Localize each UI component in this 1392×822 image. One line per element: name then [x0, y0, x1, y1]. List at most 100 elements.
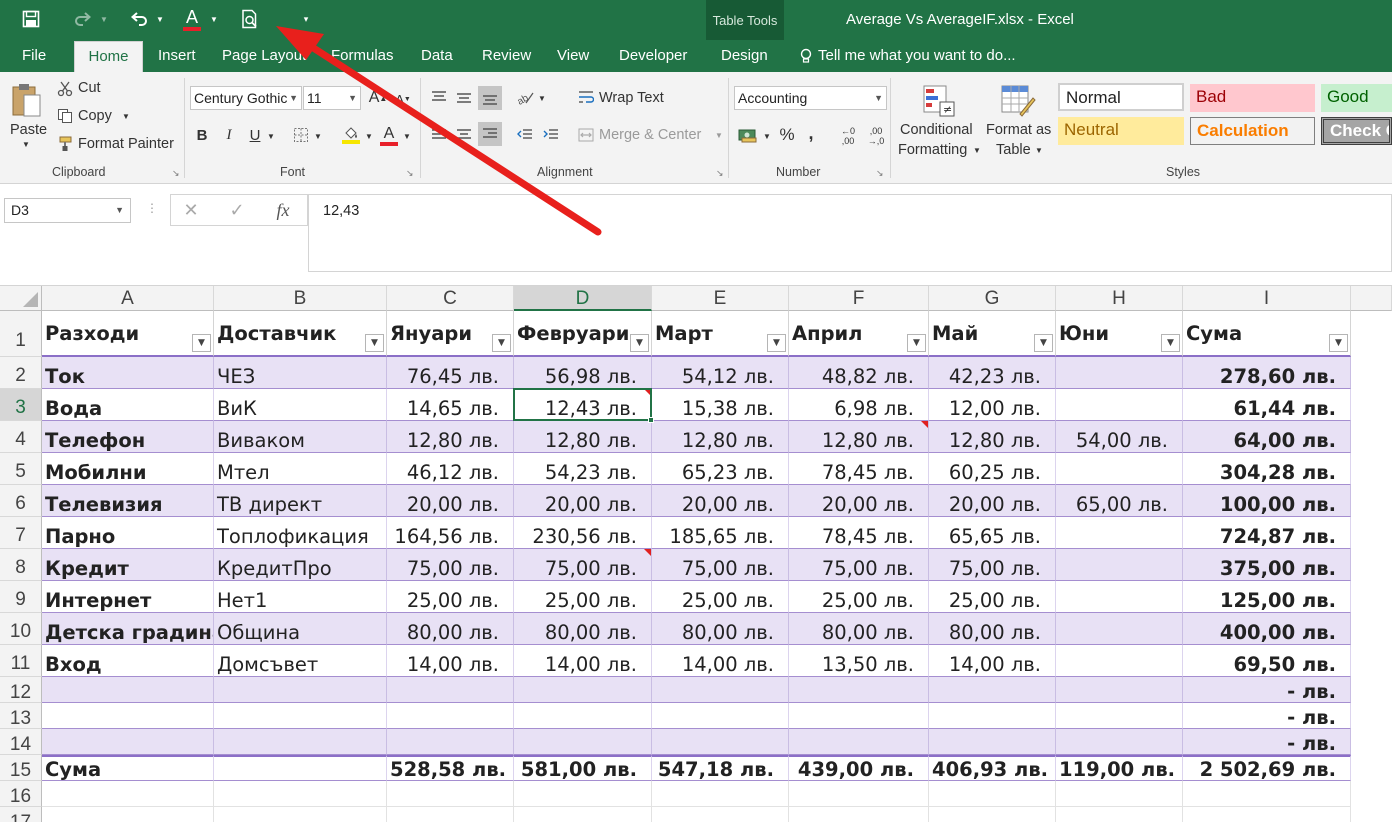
row-header-12[interactable]: 12: [0, 677, 42, 703]
select-all-corner[interactable]: [0, 286, 42, 311]
style-bad[interactable]: Bad: [1190, 84, 1315, 112]
font-launcher-icon[interactable]: ↘: [406, 168, 414, 179]
decrease-indent-icon[interactable]: [514, 124, 536, 146]
cell-c11[interactable]: 14,00 лв.: [387, 645, 514, 677]
cell-f16[interactable]: [789, 781, 929, 807]
formula-input[interactable]: 12,43: [308, 194, 1392, 272]
cell-d16[interactable]: [514, 781, 652, 807]
borders-dropdown-icon[interactable]: ▼: [313, 126, 323, 146]
row-header-13[interactable]: 13: [0, 703, 42, 729]
cell-h2[interactable]: [1056, 357, 1183, 389]
cell-g5[interactable]: 60,25 лв.: [929, 453, 1056, 485]
borders-icon[interactable]: [290, 124, 312, 146]
cell-e12[interactable]: [652, 677, 789, 703]
cell-f13[interactable]: [789, 703, 929, 729]
cell-h17[interactable]: [1056, 807, 1183, 822]
paste-button[interactable]: Paste: [10, 122, 47, 138]
column-header-b[interactable]: B: [214, 286, 387, 311]
cell-d17[interactable]: [514, 807, 652, 822]
cell-f2[interactable]: 48,82 лв.: [789, 357, 929, 389]
cell-c15[interactable]: 528,58 лв.: [387, 755, 514, 781]
cell-e4[interactable]: 12,80 лв.: [652, 421, 789, 453]
cell-h10[interactable]: [1056, 613, 1183, 645]
row-header-3[interactable]: 3: [0, 389, 42, 421]
cell-i2[interactable]: 278,60 лв.: [1183, 357, 1351, 389]
cell-i13[interactable]: - лв.: [1183, 703, 1351, 729]
paste-dropdown-icon[interactable]: ▼: [22, 140, 30, 149]
cell-a3[interactable]: Вода: [42, 389, 214, 421]
tab-developer[interactable]: Developer: [619, 47, 687, 64]
undo-dropdown-icon[interactable]: ▼: [153, 6, 167, 32]
cell-g7[interactable]: 65,65 лв.: [929, 517, 1056, 549]
cell-i14[interactable]: - лв.: [1183, 729, 1351, 755]
cell-c17[interactable]: [387, 807, 514, 822]
cell-a6[interactable]: Телевизия: [42, 485, 214, 517]
number-launcher-icon[interactable]: ↘: [876, 168, 884, 179]
cell-b12[interactable]: [214, 677, 387, 703]
comma-style-button[interactable]: ,: [802, 122, 820, 144]
filter-dropdown-icon[interactable]: ▼: [630, 334, 649, 352]
cell-b13[interactable]: [214, 703, 387, 729]
cell-i3[interactable]: 61,44 лв.: [1183, 389, 1351, 421]
alignment-launcher-icon[interactable]: ↘: [716, 168, 724, 179]
orientation-dropdown-icon[interactable]: ▼: [537, 88, 547, 108]
cell-b1[interactable]: Доставчик ▼: [214, 311, 387, 357]
row-header-16[interactable]: 16: [0, 781, 42, 807]
cell-i1[interactable]: Сума ▼: [1183, 311, 1351, 357]
merge-center-icon[interactable]: [576, 124, 596, 146]
cell-h8[interactable]: [1056, 549, 1183, 581]
cell-g13[interactable]: [929, 703, 1056, 729]
style-good[interactable]: Good: [1321, 84, 1392, 112]
cell-h4[interactable]: 54,00 лв.: [1056, 421, 1183, 453]
filter-dropdown-icon[interactable]: ▼: [1329, 334, 1348, 352]
redo-icon[interactable]: [70, 6, 96, 32]
cell-f6[interactable]: 20,00 лв.: [789, 485, 929, 517]
cell-e7[interactable]: 185,65 лв.: [652, 517, 789, 549]
cell-d11[interactable]: 14,00 лв.: [514, 645, 652, 677]
align-right-icon[interactable]: [478, 122, 502, 146]
tab-review[interactable]: Review: [482, 47, 531, 64]
filter-dropdown-icon[interactable]: ▼: [192, 334, 211, 352]
cell-i11[interactable]: 69,50 лв.: [1183, 645, 1351, 677]
cell-g15[interactable]: 406,93 лв.: [929, 755, 1056, 781]
cell-b9[interactable]: Нет1: [214, 581, 387, 613]
cell-d9[interactable]: 25,00 лв.: [514, 581, 652, 613]
format-as-table-dropdown-icon[interactable]: ▼: [1035, 146, 1043, 155]
cell-e13[interactable]: [652, 703, 789, 729]
cell-e5[interactable]: 65,23 лв.: [652, 453, 789, 485]
cell-b4[interactable]: Виваком: [214, 421, 387, 453]
cell-a9[interactable]: Интернет: [42, 581, 214, 613]
cell-f7[interactable]: 78,45 лв.: [789, 517, 929, 549]
cell-a7[interactable]: Парно: [42, 517, 214, 549]
cell-e11[interactable]: 14,00 лв.: [652, 645, 789, 677]
row-header-4[interactable]: 4: [0, 421, 42, 453]
cell-d7[interactable]: 230,56 лв.: [514, 517, 652, 549]
merge-center-button[interactable]: Merge & Center: [599, 127, 701, 143]
cell-f17[interactable]: [789, 807, 929, 822]
accounting-dropdown-icon[interactable]: ▼: [762, 126, 772, 146]
column-header-c[interactable]: C: [387, 286, 514, 311]
cell-d6[interactable]: 20,00 лв.: [514, 485, 652, 517]
cell-h6[interactable]: 65,00 лв.: [1056, 485, 1183, 517]
cell-g12[interactable]: [929, 677, 1056, 703]
fill-color-dropdown-icon[interactable]: ▼: [364, 126, 374, 146]
cell-d12[interactable]: [514, 677, 652, 703]
style-normal[interactable]: Normal: [1058, 83, 1184, 111]
cell-f8[interactable]: 75,00 лв.: [789, 549, 929, 581]
number-format-dropdown[interactable]: Accounting ▼: [734, 86, 887, 110]
cell-h1[interactable]: Юни ▼: [1056, 311, 1183, 357]
cell-h9[interactable]: [1056, 581, 1183, 613]
cell-c12[interactable]: [387, 677, 514, 703]
filter-dropdown-icon[interactable]: ▼: [492, 334, 511, 352]
wrap-text-button[interactable]: Wrap Text: [599, 90, 664, 106]
tab-design[interactable]: Design: [721, 47, 768, 64]
font-size-dropdown[interactable]: 11 ▼: [303, 86, 361, 110]
merge-dropdown-icon[interactable]: ▼: [715, 131, 723, 140]
cell-b2[interactable]: ЧЕЗ: [214, 357, 387, 389]
cell-c1[interactable]: Януари ▼: [387, 311, 514, 357]
tab-file[interactable]: File: [22, 47, 46, 64]
copy-button[interactable]: Copy: [78, 108, 112, 124]
format-as-table-label[interactable]: Format as: [986, 122, 1051, 138]
comment-indicator-icon[interactable]: [644, 549, 651, 556]
cell-b10[interactable]: Община: [214, 613, 387, 645]
